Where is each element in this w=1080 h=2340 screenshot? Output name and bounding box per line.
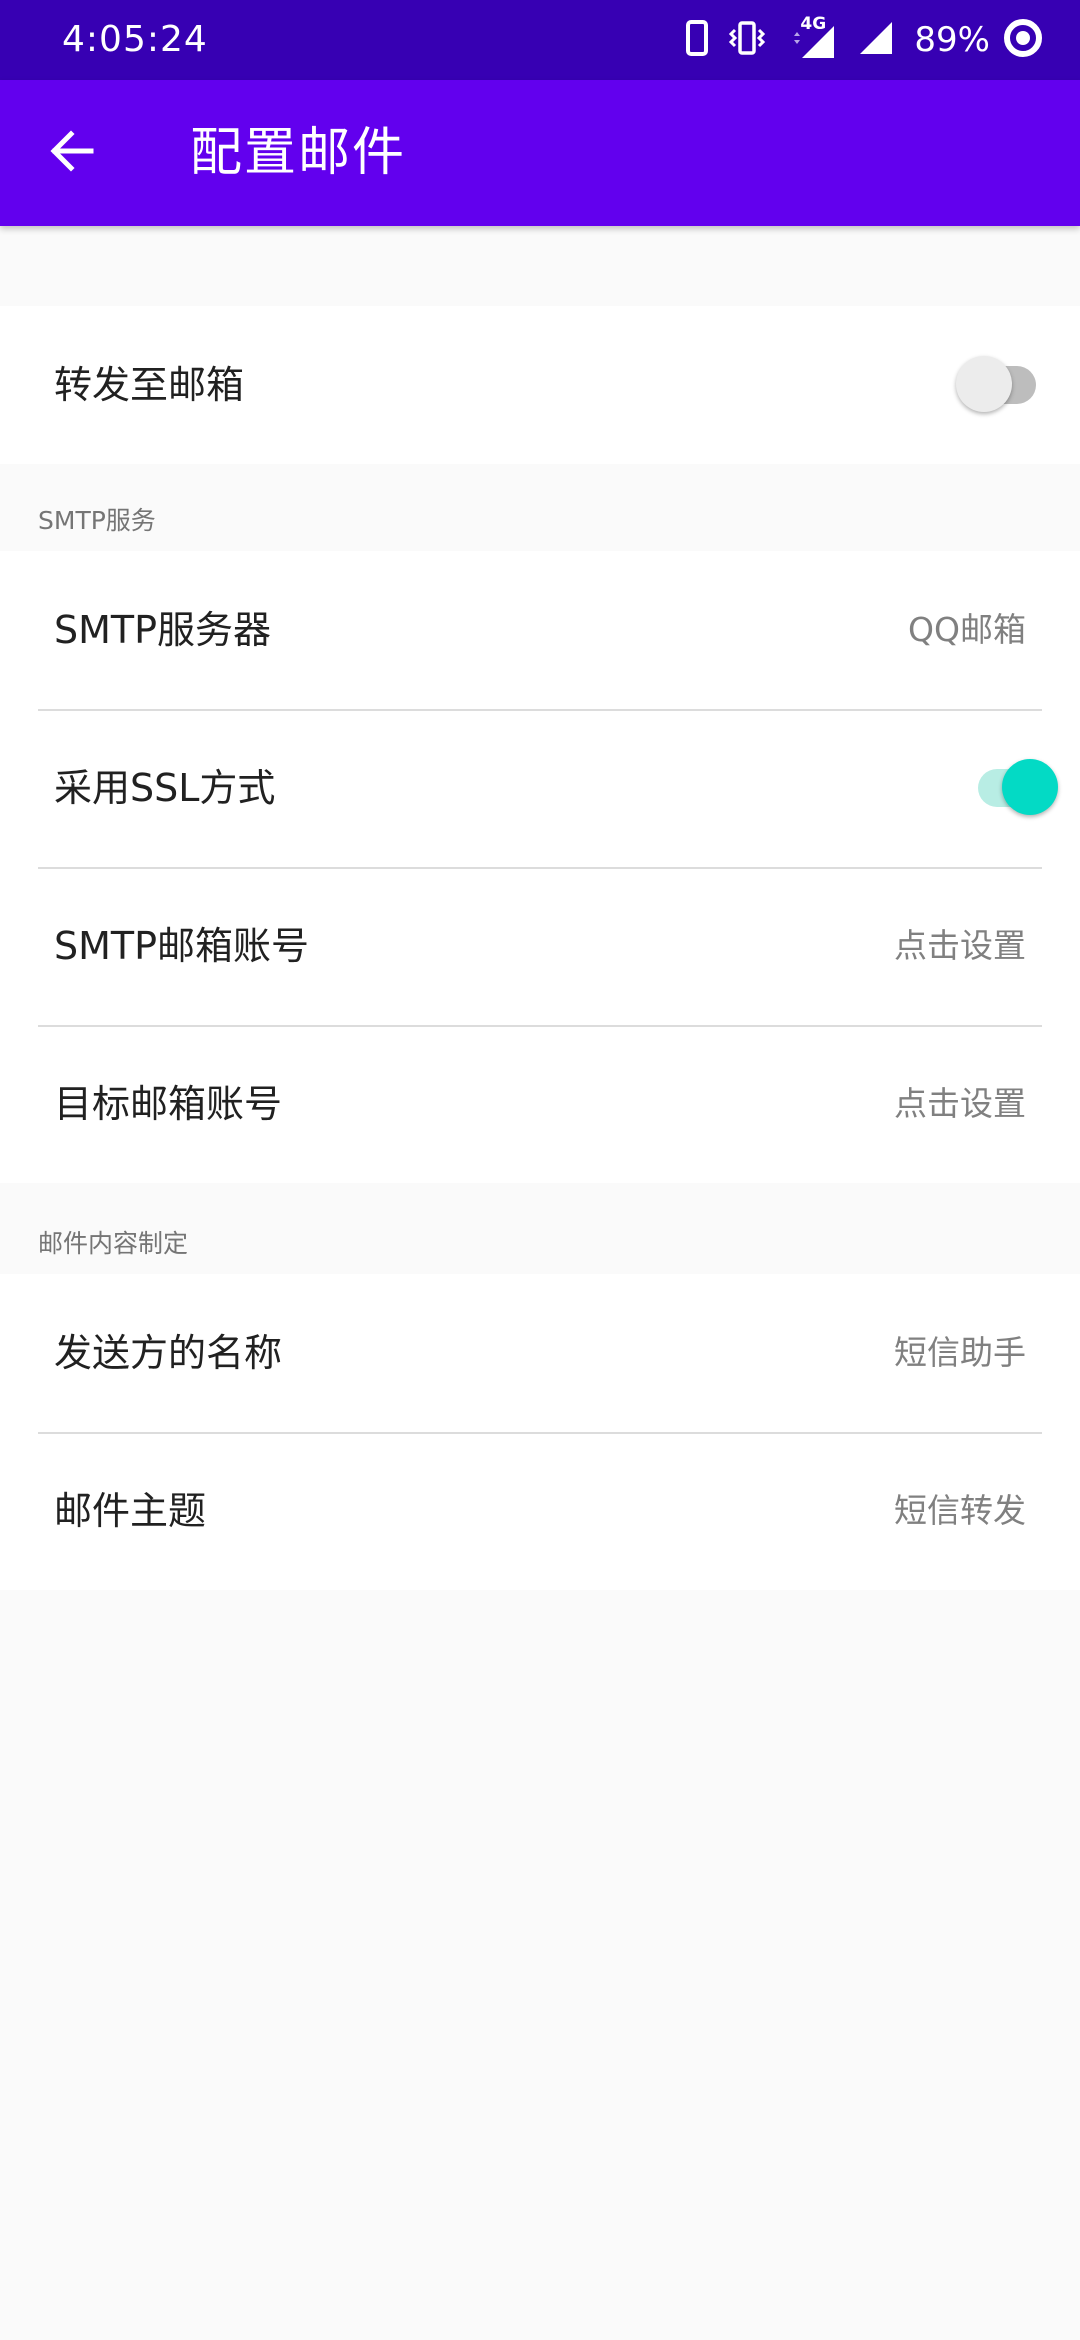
section-header-smtp: SMTP服务: [38, 506, 156, 535]
target-account-label: 目标邮箱账号: [54, 1082, 283, 1126]
smtp-server-row[interactable]: SMTP服务器 QQ邮箱: [0, 551, 1080, 709]
vibrate-icon: [728, 20, 766, 60]
status-time: 4:05:24: [62, 19, 208, 60]
app-bar: 配置邮件: [0, 80, 1080, 226]
signal-icon: [858, 20, 894, 60]
target-account-value: 点击设置: [894, 1084, 1026, 1123]
ssl-switch[interactable]: [940, 709, 1080, 867]
battery-ring-icon: [1002, 17, 1044, 63]
smtp-account-label: SMTP邮箱账号: [54, 924, 310, 968]
switch-thumb: [956, 356, 1012, 412]
smtp-group: SMTP服务器 QQ邮箱 采用SSL方式 SMTP邮箱账号 点击设置 目标邮箱账…: [0, 551, 1080, 1183]
forward-group: 转发至邮箱: [0, 306, 1080, 464]
mail-subject-label: 邮件主题: [54, 1489, 207, 1533]
forward-to-email-label: 转发至邮箱: [54, 363, 245, 407]
smtp-server-value: QQ邮箱: [908, 610, 1026, 649]
forward-to-email-switch[interactable]: [940, 306, 1080, 464]
signal-4g-icon: 4G: [786, 14, 838, 62]
section-header-content: 邮件内容制定: [38, 1229, 189, 1258]
sender-name-value: 短信助手: [894, 1333, 1026, 1372]
smtp-account-row[interactable]: SMTP邮箱账号 点击设置: [0, 867, 1080, 1025]
status-bar: 4:05:24 4G 89%: [0, 0, 1080, 80]
status-icons: 4G 89%: [666, 14, 1044, 64]
mail-subject-row[interactable]: 邮件主题 短信转发: [0, 1432, 1080, 1590]
sender-name-label: 发送方的名称: [54, 1331, 283, 1375]
back-button[interactable]: [32, 113, 112, 193]
phone-icon: [686, 20, 709, 60]
ssl-label: 采用SSL方式: [54, 766, 276, 810]
forward-to-email-row[interactable]: 转发至邮箱: [0, 306, 1080, 464]
smtp-server-label: SMTP服务器: [54, 608, 272, 652]
ssl-row[interactable]: 采用SSL方式: [0, 709, 1080, 867]
page-title: 配置邮件: [190, 123, 407, 183]
battery-percent: 89%: [914, 20, 990, 60]
network-type-label: 4G: [800, 14, 827, 34]
smtp-account-value: 点击设置: [894, 926, 1026, 965]
switch-thumb: [1002, 759, 1058, 815]
mail-subject-value: 短信转发: [894, 1491, 1026, 1530]
sender-name-row[interactable]: 发送方的名称 短信助手: [0, 1274, 1080, 1432]
content-group: 发送方的名称 短信助手 邮件主题 短信转发: [0, 1274, 1080, 1590]
target-account-row[interactable]: 目标邮箱账号 点击设置: [0, 1025, 1080, 1183]
arrow-back-icon: [49, 128, 95, 178]
